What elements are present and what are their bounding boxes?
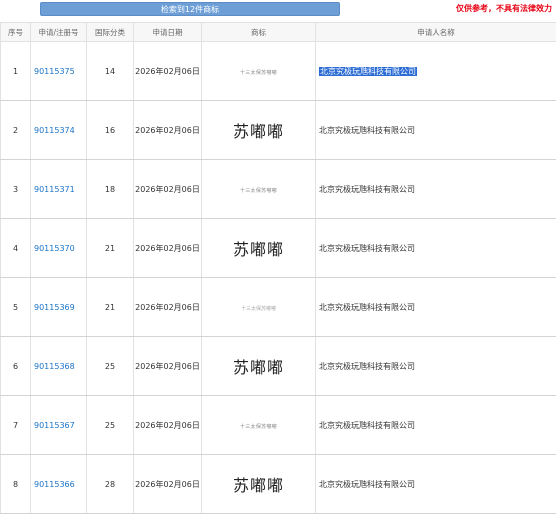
applicant-name[interactable]: 北京究极玩虺科技有限公司 — [319, 244, 415, 253]
cell-date: 2026年02月06日 — [134, 160, 202, 219]
table-row[interactable]: 590115369 212026年02月06日 十三太保苏嘟嘟 北京究极玩虺科技有限公… — [1, 278, 556, 337]
table-row[interactable]: 890115366 282026年02月06日 苏嘟嘟 北京究极玩虺科技有限公司 — [1, 455, 556, 514]
cell-index: 6 — [1, 337, 31, 396]
cell-index: 8 — [1, 455, 31, 514]
trademark-image[interactable]: 苏嘟嘟 — [233, 476, 284, 495]
cell-mark: 十三太保苏嘟嘟 — [202, 278, 316, 337]
cell-reg-no: 90115368 — [31, 337, 87, 396]
reg-no-link[interactable]: 90115368 — [34, 362, 75, 371]
cell-index: 2 — [1, 101, 31, 160]
table-row[interactable]: 790115367 252026年02月06日 十三太保苏嘟嘟 北京究极玩虺科技有限公… — [1, 396, 556, 455]
cell-reg-no: 90115375 — [31, 42, 87, 101]
applicant-name[interactable]: 北京究极玩虺科技有限公司 — [319, 67, 417, 76]
cell-index: 7 — [1, 396, 31, 455]
cell-applicant: 北京究极玩虺科技有限公司 — [316, 219, 556, 278]
cell-date: 2026年02月06日 — [134, 396, 202, 455]
cell-class: 25 — [87, 337, 134, 396]
cell-class: 14 — [87, 42, 134, 101]
reg-no-link[interactable]: 90115366 — [34, 480, 75, 489]
col-header-index: 序号 — [1, 23, 31, 42]
cell-mark: 苏嘟嘟 — [202, 101, 316, 160]
reg-no-link[interactable]: 90115369 — [34, 303, 75, 312]
reg-no-link[interactable]: 90115367 — [34, 421, 75, 430]
cell-mark: 苏嘟嘟 — [202, 219, 316, 278]
cell-index: 5 — [1, 278, 31, 337]
cell-mark: 十三太保苏嘟嘟 — [202, 160, 316, 219]
cell-date: 2026年02月06日 — [134, 42, 202, 101]
col-header-reg-no: 申请/注册号 — [31, 23, 87, 42]
reg-no-link[interactable]: 90115375 — [34, 67, 75, 76]
table-row[interactable]: 690115368 252026年02月06日 苏嘟嘟 北京究极玩虺科技有限公司 — [1, 337, 556, 396]
cell-mark: 苏嘟嘟 — [202, 337, 316, 396]
cell-class: 16 — [87, 101, 134, 160]
cell-date: 2026年02月06日 — [134, 337, 202, 396]
cell-applicant: 北京究极玩虺科技有限公司 — [316, 42, 556, 101]
cell-applicant: 北京究极玩虺科技有限公司 — [316, 278, 556, 337]
cell-date: 2026年02月06日 — [134, 278, 202, 337]
col-header-class: 国际分类 — [87, 23, 134, 42]
table-row[interactable]: 490115370 212026年02月06日 苏嘟嘟 北京究极玩虺科技有限公司 — [1, 219, 556, 278]
reg-no-link[interactable]: 90115374 — [34, 126, 75, 135]
trademark-image[interactable]: 苏嘟嘟 — [233, 240, 284, 259]
cell-mark: 苏嘟嘟 — [202, 455, 316, 514]
applicant-name[interactable]: 北京究极玩虺科技有限公司 — [319, 126, 415, 135]
cell-class: 21 — [87, 278, 134, 337]
cell-class: 25 — [87, 396, 134, 455]
applicant-name[interactable]: 北京究极玩虺科技有限公司 — [319, 480, 415, 489]
cell-applicant: 北京究极玩虺科技有限公司 — [316, 101, 556, 160]
cell-reg-no: 90115369 — [31, 278, 87, 337]
reg-no-link[interactable]: 90115370 — [34, 244, 75, 253]
cell-mark: 十三太保苏嘟嘟 — [202, 396, 316, 455]
reg-no-link[interactable]: 90115371 — [34, 185, 75, 194]
cell-class: 28 — [87, 455, 134, 514]
col-header-mark: 商标 — [202, 23, 316, 42]
cell-applicant: 北京究极玩虺科技有限公司 — [316, 337, 556, 396]
trademark-image[interactable]: 十三太保苏嘟嘟 — [240, 69, 277, 76]
table-row[interactable]: 290115374 162026年02月06日 苏嘟嘟 北京究极玩虺科技有限公司 — [1, 101, 556, 160]
cell-index: 4 — [1, 219, 31, 278]
applicant-name[interactable]: 北京究极玩虺科技有限公司 — [319, 421, 415, 430]
table-header-row: 序号 申请/注册号 国际分类 申请日期 商标 申请人名称 — [1, 23, 556, 42]
trademark-image[interactable]: 十三太保苏嘟嘟 — [241, 305, 276, 312]
cell-reg-no: 90115370 — [31, 219, 87, 278]
result-count-button[interactable]: 检索到12件商标 — [40, 2, 340, 16]
cell-class: 21 — [87, 219, 134, 278]
cell-applicant: 北京究极玩虺科技有限公司 — [316, 455, 556, 514]
cell-index: 3 — [1, 160, 31, 219]
trademark-image[interactable]: 十三太保苏嘟嘟 — [240, 423, 277, 430]
applicant-name[interactable]: 北京究极玩虺科技有限公司 — [319, 362, 415, 371]
trademark-table: 序号 申请/注册号 国际分类 申请日期 商标 申请人名称 190115375 14… — [0, 22, 556, 514]
col-header-date: 申请日期 — [134, 23, 202, 42]
applicant-name[interactable]: 北京究极玩虺科技有限公司 — [319, 303, 415, 312]
cell-date: 2026年02月06日 — [134, 219, 202, 278]
trademark-image[interactable]: 苏嘟嘟 — [233, 122, 284, 141]
trademark-image[interactable]: 苏嘟嘟 — [233, 358, 284, 377]
cell-applicant: 北京究极玩虺科技有限公司 — [316, 396, 556, 455]
applicant-name[interactable]: 北京究极玩虺科技有限公司 — [319, 185, 415, 194]
top-bar: 检索到12件商标 仅供参考，不具有法律效力 — [0, 0, 556, 22]
cell-reg-no: 90115374 — [31, 101, 87, 160]
col-header-applicant: 申请人名称 — [316, 23, 556, 42]
cell-reg-no: 90115367 — [31, 396, 87, 455]
table-row[interactable]: 190115375 142026年02月06日 十三太保苏嘟嘟 北京究极玩虺科技有限公… — [1, 42, 556, 101]
cell-class: 18 — [87, 160, 134, 219]
disclaimer-text: 仅供参考，不具有法律效力 — [456, 3, 552, 14]
cell-date: 2026年02月06日 — [134, 101, 202, 160]
cell-reg-no: 90115371 — [31, 160, 87, 219]
cell-reg-no: 90115366 — [31, 455, 87, 514]
cell-mark: 十三太保苏嘟嘟 — [202, 42, 316, 101]
table-row[interactable]: 390115371 182026年02月06日 十三太保苏嘟嘟 北京究极玩虺科技有限公… — [1, 160, 556, 219]
cell-index: 1 — [1, 42, 31, 101]
cell-applicant: 北京究极玩虺科技有限公司 — [316, 160, 556, 219]
cell-date: 2026年02月06日 — [134, 455, 202, 514]
trademark-image[interactable]: 十三太保苏嘟嘟 — [240, 187, 277, 194]
